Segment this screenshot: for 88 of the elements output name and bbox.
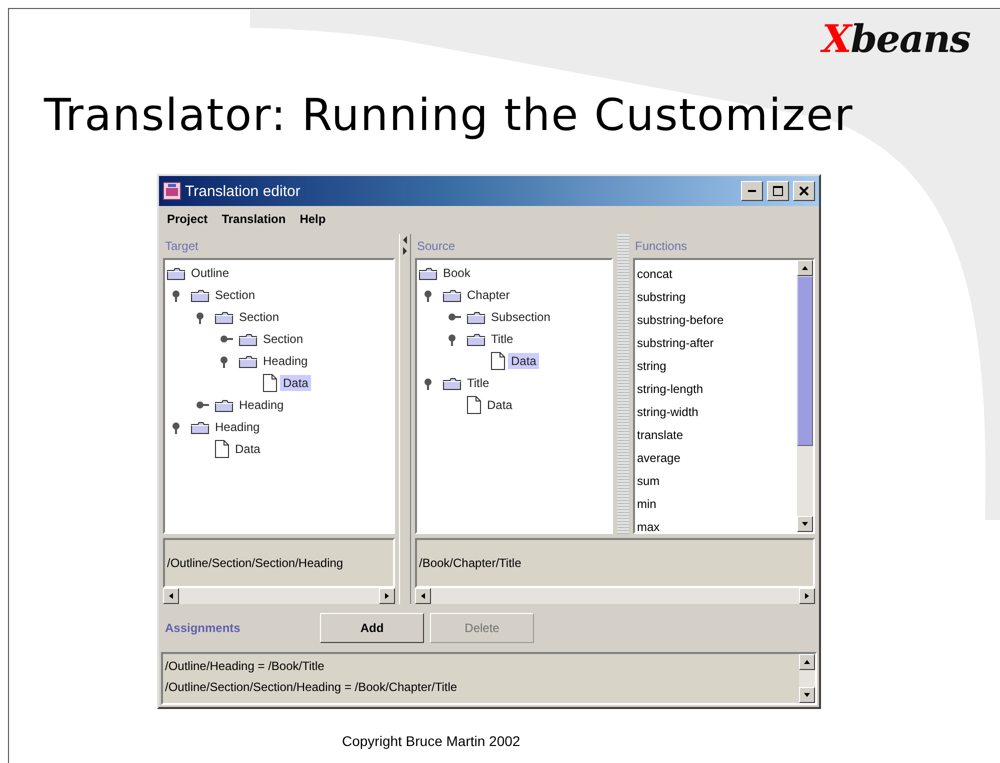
maximize-icon xyxy=(773,186,783,196)
tree-item[interactable]: Section xyxy=(236,309,282,326)
scroll-left-button[interactable] xyxy=(415,588,431,604)
panel-header: Source xyxy=(416,238,456,256)
scroll-down-button[interactable] xyxy=(797,516,813,532)
list-item[interactable]: /Outline/Heading = /Book/Title xyxy=(165,656,797,678)
list-item[interactable]: /Outline/Section/Section/Heading = /Book/Chapter/Title xyxy=(165,677,797,698)
folder-icon xyxy=(215,398,233,412)
scroll-right-button[interactable] xyxy=(379,588,395,604)
vertical-scrollbar[interactable] xyxy=(799,654,815,704)
scroll-up-button[interactable] xyxy=(799,654,815,670)
tree-item[interactable]: Heading xyxy=(260,353,311,370)
horizontal-scrollbar[interactable] xyxy=(163,588,395,604)
maximize-button[interactable] xyxy=(767,181,789,202)
logo: Xbeans xyxy=(822,20,970,52)
tree-item[interactable]: Data xyxy=(280,375,312,392)
scroll-up-button[interactable] xyxy=(797,260,813,276)
triangle-up-icon xyxy=(803,659,811,666)
footer-text: Copyright Bruce Martin 2002 xyxy=(342,733,522,750)
triangle-left-icon xyxy=(420,592,426,600)
list-item[interactable]: concat xyxy=(637,263,797,286)
folder-icon xyxy=(467,310,485,324)
list-item[interactable]: min xyxy=(637,493,797,516)
triangle-left-icon xyxy=(168,592,174,600)
scroll-right-button[interactable] xyxy=(799,588,815,604)
document-icon xyxy=(467,396,481,414)
list-item[interactable]: substring xyxy=(637,286,797,310)
folder-icon xyxy=(191,288,209,302)
document-icon xyxy=(491,352,505,370)
minimize-icon xyxy=(748,190,756,192)
action-button[interactable]: Add xyxy=(320,613,424,644)
folder-icon xyxy=(419,266,437,280)
list-item[interactable]: translate xyxy=(637,424,797,448)
triangle-right-icon xyxy=(804,592,810,600)
scroll-down-button[interactable] xyxy=(799,687,815,704)
tree-item[interactable]: Chapter xyxy=(464,287,513,304)
tree-item[interactable]: Section xyxy=(260,331,306,348)
triangle-right-icon xyxy=(384,592,390,600)
minimize-button[interactable] xyxy=(741,181,763,202)
folder-icon xyxy=(443,376,461,390)
list-item[interactable]: string-width xyxy=(637,401,797,424)
triangle-down-icon xyxy=(803,692,811,698)
folder-icon xyxy=(239,354,257,368)
menu-item[interactable]: Help xyxy=(300,212,326,226)
tree-item[interactable]: Book xyxy=(440,265,474,282)
app-icon xyxy=(163,182,181,200)
list-item[interactable]: string-length xyxy=(637,378,797,402)
section-label: Assignments xyxy=(165,621,242,636)
tree-item[interactable]: Heading xyxy=(212,419,263,436)
path-field: /Outline/Section/Section/Heading xyxy=(163,538,395,588)
window-title: Translation editor xyxy=(185,182,302,200)
panel-header: Functions xyxy=(634,238,688,256)
folder-icon xyxy=(239,332,257,346)
tree-item[interactable]: Subsection xyxy=(488,309,554,326)
tree-item[interactable]: Outline xyxy=(188,265,232,282)
folder-icon xyxy=(191,420,209,434)
menu-item[interactable]: Translation xyxy=(222,212,286,226)
document-icon xyxy=(263,374,277,392)
vertical-scrollbar[interactable] xyxy=(797,260,813,532)
splitter-arrows-icon[interactable] xyxy=(402,236,408,256)
panel-header: Target xyxy=(164,238,200,256)
menu-item[interactable]: Project xyxy=(167,212,208,226)
list-item[interactable]: string xyxy=(637,355,797,378)
horizontal-scrollbar[interactable] xyxy=(415,588,815,604)
folder-icon xyxy=(467,332,485,346)
close-button[interactable] xyxy=(793,181,815,202)
tree-item[interactable]: Title xyxy=(488,331,516,348)
scroll-left-button[interactable] xyxy=(163,588,179,604)
triangle-down-icon xyxy=(801,521,809,528)
close-icon xyxy=(799,186,809,196)
tree-item[interactable]: Title xyxy=(464,375,492,392)
list-item[interactable]: substring-after xyxy=(637,332,797,356)
triangle-up-icon xyxy=(801,265,809,272)
folder-icon xyxy=(443,288,461,302)
tree-item[interactable]: Heading xyxy=(236,397,287,414)
tree-item[interactable]: Data xyxy=(232,441,264,458)
document-icon xyxy=(215,440,229,458)
slide-title: Translator: Running the Customizer xyxy=(44,92,854,140)
tree-item[interactable]: Data xyxy=(484,397,516,414)
tree-item[interactable]: Section xyxy=(212,287,258,304)
list-item[interactable]: sum xyxy=(637,470,797,494)
list-item[interactable]: average xyxy=(637,447,797,470)
folder-icon xyxy=(167,266,185,280)
tree-item[interactable]: Data xyxy=(508,353,540,370)
folder-icon xyxy=(215,310,233,324)
path-field: /Book/Chapter/Title xyxy=(415,538,815,588)
list-item[interactable]: substring-before xyxy=(637,309,797,332)
list-item[interactable]: max xyxy=(637,516,797,532)
